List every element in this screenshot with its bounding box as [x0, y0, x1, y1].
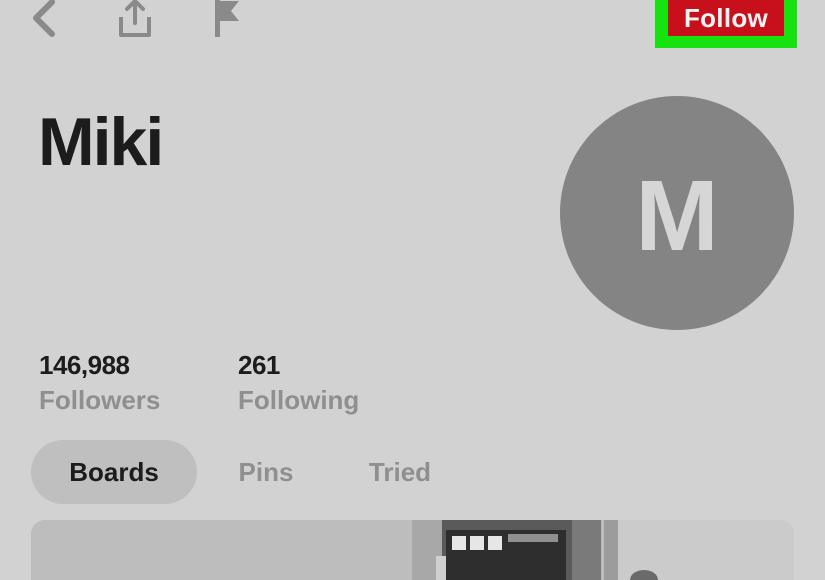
board-thumbnail-image-2 [604, 520, 794, 580]
tab-boards[interactable]: Boards [31, 440, 197, 504]
followers-label: Followers [39, 385, 161, 415]
board-cover-image [31, 520, 410, 580]
back-icon[interactable] [24, 0, 64, 42]
followers-count: 146,988 [39, 350, 130, 380]
follow-button[interactable]: Follow [668, 0, 784, 36]
board-thumbnail-image [412, 520, 601, 580]
share-icon[interactable] [112, 0, 158, 42]
tab-tried[interactable]: Tried [352, 440, 448, 504]
following-count: 261 [238, 350, 280, 380]
following-stat[interactable]: 261 Following [238, 350, 359, 418]
following-label: Following [238, 385, 360, 415]
avatar-initial: M [635, 160, 719, 272]
flag-icon[interactable] [206, 0, 246, 42]
avatar[interactable]: M [560, 96, 794, 330]
profile-name: Miki [38, 104, 164, 180]
board-preview-card[interactable] [31, 520, 794, 580]
tab-pins[interactable]: Pins [222, 440, 310, 504]
followers-stat[interactable]: 146,988 Followers [39, 350, 160, 418]
